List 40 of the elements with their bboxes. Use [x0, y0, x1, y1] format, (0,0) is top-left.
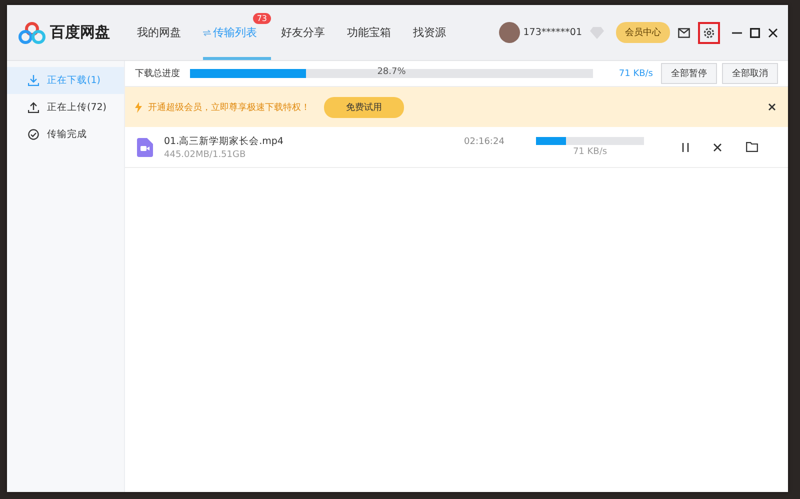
app-name: 百度网盘: [50, 23, 110, 42]
file-name: 01.高三新学期家长会.mp4: [164, 134, 284, 148]
promo-text: 开通超级会员，立即尊享极速下载特权！: [148, 102, 310, 114]
total-speed: 71 KB/s: [618, 68, 653, 78]
toolbar-button[interactable]: 全部取消: [722, 63, 778, 84]
nav-tab[interactable]: 我的网盘: [137, 5, 181, 60]
download-icon: [28, 75, 39, 86]
lightning-icon: [135, 102, 142, 112]
user-name: 173******01: [523, 27, 582, 38]
nav-tab[interactable]: 好友分享: [281, 5, 325, 60]
maximize-icon[interactable]: [750, 28, 760, 38]
avatar[interactable]: [499, 22, 520, 43]
sidebar-item[interactable]: 传输完成: [7, 121, 124, 148]
settings-button[interactable]: [698, 22, 720, 44]
time-remaining: 02:16:24: [464, 137, 506, 147]
upload-icon: [28, 102, 39, 113]
cancel-icon[interactable]: [713, 142, 722, 152]
nav-tab[interactable]: 找资源: [413, 5, 446, 60]
nav-tab[interactable]: 传输列表 73: [203, 5, 271, 60]
file-size: 445.02MB/1.51GB: [164, 150, 247, 160]
toolbar-button[interactable]: 全部暂停: [661, 63, 717, 84]
vip-center-button[interactable]: 会员中心: [616, 22, 670, 43]
free-trial-button[interactable]: 免费试用: [324, 96, 404, 118]
pause-icon[interactable]: [682, 142, 689, 152]
close-icon[interactable]: [768, 28, 778, 38]
count-badge: 73: [252, 13, 271, 24]
transfer-icon: [203, 30, 211, 36]
close-icon[interactable]: [768, 103, 776, 111]
folder-icon[interactable]: [746, 142, 758, 152]
diamond-icon: [590, 26, 604, 38]
download-speed: 71 KB/s: [572, 147, 608, 157]
settings-icon: [703, 26, 715, 38]
total-progress-label: 下载总进度: [135, 68, 180, 80]
mail-icon[interactable]: [678, 28, 690, 38]
check-circle-icon: [28, 129, 39, 140]
cloud-logo-icon: [18, 22, 46, 44]
sidebar-item[interactable]: 正在上传(72): [7, 94, 124, 121]
video-file-icon: [137, 138, 153, 156]
progress-percent: 28.7%: [376, 67, 407, 77]
nav-tab[interactable]: 功能宝箱: [347, 5, 391, 60]
